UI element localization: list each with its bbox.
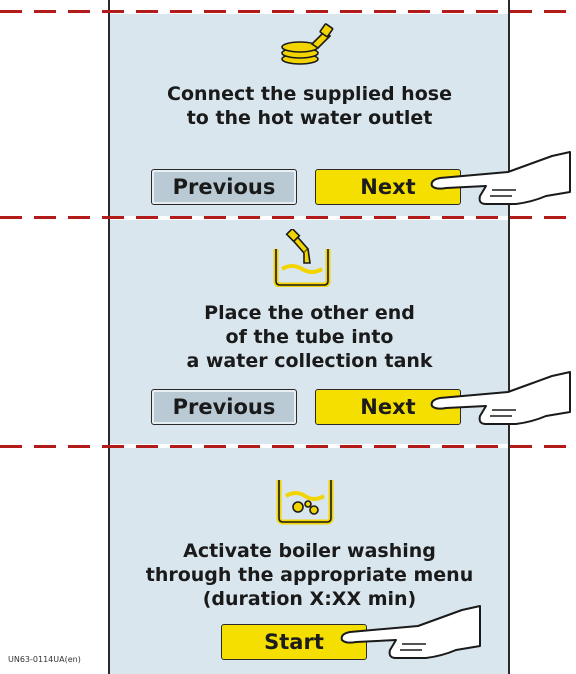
start-button-label: Start xyxy=(264,630,324,654)
step-3-line-2: through the appropriate menu xyxy=(145,564,474,586)
previous-button[interactable]: Previous xyxy=(151,169,297,205)
next-button-label: Next xyxy=(360,395,416,419)
previous-button[interactable]: Previous xyxy=(151,389,297,425)
step-1-line-2: to the hot water outlet xyxy=(186,107,433,129)
step-2-line-1: Place the other end xyxy=(204,302,415,324)
divider-1 xyxy=(0,216,576,219)
hose-outlet-icon xyxy=(281,23,334,65)
pointing-hand-icon xyxy=(340,605,481,659)
divider-2 xyxy=(0,445,576,448)
step-1-message: Connect the supplied hose to the hot wat… xyxy=(111,82,508,130)
previous-button-label: Previous xyxy=(172,175,276,199)
step-1-line-1: Connect the supplied hose xyxy=(167,83,452,105)
right-frame-line xyxy=(508,0,510,674)
tank-hose-icon xyxy=(273,229,331,287)
left-frame-line xyxy=(108,0,110,674)
pointing-hand-icon xyxy=(430,371,571,425)
previous-button-label: Previous xyxy=(172,395,276,419)
pointing-hand-icon xyxy=(430,151,571,205)
divider-top xyxy=(0,10,576,13)
next-button-label: Next xyxy=(360,175,416,199)
boiler-wash-icon xyxy=(276,480,334,525)
step-2-line-2: of the tube into xyxy=(225,326,394,348)
step-3-message: Activate boiler washing through the appr… xyxy=(111,539,508,611)
step-3-line-1: Activate boiler washing xyxy=(183,540,436,562)
figure-code: UN63-0114UA(en) xyxy=(8,655,81,664)
step-2-message: Place the other end of the tube into a w… xyxy=(111,301,508,373)
